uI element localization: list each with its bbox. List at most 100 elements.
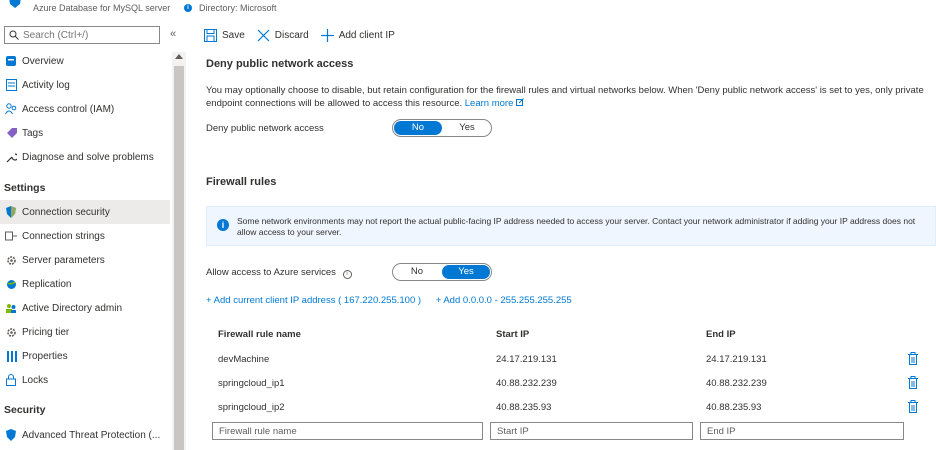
discard-button[interactable]: Discard <box>257 29 309 42</box>
add-client-ip-button[interactable]: Add client IP <box>320 28 395 42</box>
sidebar-item-pricing-tier[interactable]: Pricing tier <box>0 320 170 344</box>
sidebar-item-activity-log[interactable]: Activity log <box>0 73 170 97</box>
sidebar-item-label: Overview <box>22 55 64 67</box>
learn-more-link[interactable]: Learn more <box>465 98 524 109</box>
sidebar-item-server-parameters[interactable]: Server parameters <box>0 248 170 272</box>
sidebar-item-label: Locks <box>22 374 49 386</box>
info-circle-icon[interactable]: i <box>342 270 352 279</box>
new-end-ip-input[interactable] <box>700 422 904 440</box>
save-button[interactable]: Save <box>204 28 245 42</box>
shield-icon <box>4 428 18 442</box>
end-ip-cell[interactable]: 40.88.232.239 <box>706 378 767 389</box>
deny-public-access-toggle[interactable]: No Yes <box>392 119 492 137</box>
lock-icon <box>4 373 18 387</box>
mysql-server-icon <box>9 0 21 8</box>
sidebar-item-label: Properties <box>22 350 68 362</box>
scroll-up-arrow-icon[interactable] <box>175 54 183 59</box>
search-icon <box>9 30 19 40</box>
sidebar-item-label: Tags <box>22 127 44 139</box>
sidebar-item-advanced-threat-protection[interactable]: Advanced Threat Protection (... <box>0 423 170 447</box>
end-ip-cell[interactable]: 40.88.235.93 <box>706 402 761 413</box>
sidebar-item-diagnose[interactable]: Diagnose and solve problems <box>0 145 170 169</box>
people-icon <box>4 301 18 315</box>
deny-public-access-description: You may optionally choose to disable, bu… <box>206 84 926 110</box>
sidebar-item-connection-security[interactable]: Connection security <box>0 200 170 224</box>
collapse-sidebar-button[interactable]: « <box>170 28 176 40</box>
sidebar-item-label: Connection strings <box>22 230 105 242</box>
toolbar: Save Discard Add client IP <box>204 26 407 44</box>
rule-name-cell[interactable]: devMachine <box>218 354 269 365</box>
search-input[interactable] <box>23 29 153 41</box>
delete-icon[interactable] <box>907 400 919 413</box>
sidebar-item-tags[interactable]: Tags <box>0 121 170 145</box>
sidebar-item-label: Connection security <box>22 206 110 218</box>
toggle-yes-option[interactable]: Yes <box>443 120 491 136</box>
rule-name-cell[interactable]: springcloud_ip2 <box>218 402 285 413</box>
sidebar-item-label: Active Directory admin <box>22 302 123 314</box>
new-rule-name-input[interactable] <box>212 422 483 440</box>
save-label: Save <box>222 29 245 41</box>
add-all-ip-range-link[interactable]: + Add 0.0.0.0 - 255.255.255.255 <box>436 295 572 306</box>
sidebar-item-properties[interactable]: Properties <box>0 344 170 368</box>
sidebar-item-label: Access control (IAM) <box>22 103 115 115</box>
sidebar-item-locks[interactable]: Locks <box>0 368 170 392</box>
search-box[interactable] <box>4 26 160 44</box>
sidebar-item-label: Activity log <box>22 79 70 91</box>
security-section-title: Security <box>4 404 46 416</box>
save-icon <box>204 28 217 42</box>
settings-section-title: Settings <box>4 182 46 194</box>
delete-icon[interactable] <box>907 352 919 365</box>
rule-name-cell[interactable]: springcloud_ip1 <box>218 378 285 389</box>
toggle-yes-option[interactable]: Yes <box>442 265 490 279</box>
directory-label: Directory: Microsoft <box>199 3 277 13</box>
info-icon: i <box>184 4 192 12</box>
info-banner: i Some network environments may not repo… <box>206 206 936 246</box>
connection-icon <box>4 229 18 243</box>
gear-icon <box>4 253 18 267</box>
start-ip-cell[interactable]: 24.17.219.131 <box>496 354 557 365</box>
new-start-ip-input[interactable] <box>490 422 693 440</box>
sidebar-item-label: Replication <box>22 278 72 290</box>
start-ip-cell[interactable]: 40.88.232.239 <box>496 378 557 389</box>
firewall-rules-title: Firewall rules <box>206 176 277 188</box>
description-text: You may optionally choose to disable, bu… <box>206 85 924 109</box>
allow-azure-services-label: Allow access to Azure services i <box>206 267 352 279</box>
main-content: Save Discard Add client IP Deny public n… <box>204 16 936 450</box>
discard-label: Discard <box>274 29 309 41</box>
sidebar-item-label: Advanced Threat Protection (... <box>22 429 161 441</box>
deny-public-access-title: Deny public network access <box>206 58 354 70</box>
sidebar-item-connection-strings[interactable]: Connection strings <box>0 224 170 248</box>
start-ip-cell[interactable]: 40.88.235.93 <box>496 402 551 413</box>
people-icon <box>4 102 18 116</box>
wrench-icon <box>4 150 18 164</box>
column-header-start-ip: Start IP <box>496 329 530 340</box>
external-link-icon <box>516 98 524 106</box>
sidebar-item-active-directory-admin[interactable]: Active Directory admin <box>0 296 170 320</box>
column-header-rule-name: Firewall rule name <box>218 329 301 340</box>
end-ip-cell[interactable]: 24.17.219.131 <box>706 354 767 365</box>
activity-log-icon <box>4 78 18 92</box>
sidebar-item-overview[interactable]: Overview <box>0 49 170 73</box>
resource-type-subtitle: Azure Database for MySQL server <box>33 3 171 13</box>
database-icon <box>4 54 18 68</box>
toggle-no-option[interactable]: No <box>394 121 442 135</box>
toggle-no-option[interactable]: No <box>393 264 441 280</box>
top-strip: Azure Database for MySQL server i Direct… <box>0 0 936 16</box>
delete-icon[interactable] <box>907 376 919 389</box>
sidebar-item-access-control[interactable]: Access control (IAM) <box>0 97 170 121</box>
deny-public-access-label: Deny public network access <box>206 123 324 134</box>
sidebar-item-label: Server parameters <box>22 254 105 266</box>
allow-azure-services-toggle[interactable]: No Yes <box>392 263 492 281</box>
sidebar-scrollbar[interactable] <box>172 52 186 450</box>
scrollbar-thumb[interactable] <box>174 66 184 450</box>
sidebar-item-replication[interactable]: Replication <box>0 272 170 296</box>
globe-icon <box>4 277 18 291</box>
sidebar-item-label: Diagnose and solve problems <box>22 151 154 163</box>
column-header-end-ip: End IP <box>706 329 736 340</box>
firewall-quick-add-links: + Add current client IP address ( 167.22… <box>206 295 584 306</box>
properties-icon <box>4 349 18 363</box>
add-client-ip-label: Add client IP <box>338 29 395 41</box>
add-current-client-ip-link[interactable]: + Add current client IP address ( 167.22… <box>206 295 421 306</box>
gear-icon <box>4 325 18 339</box>
sidebar: « Overview Activity log Access control (… <box>0 16 188 450</box>
